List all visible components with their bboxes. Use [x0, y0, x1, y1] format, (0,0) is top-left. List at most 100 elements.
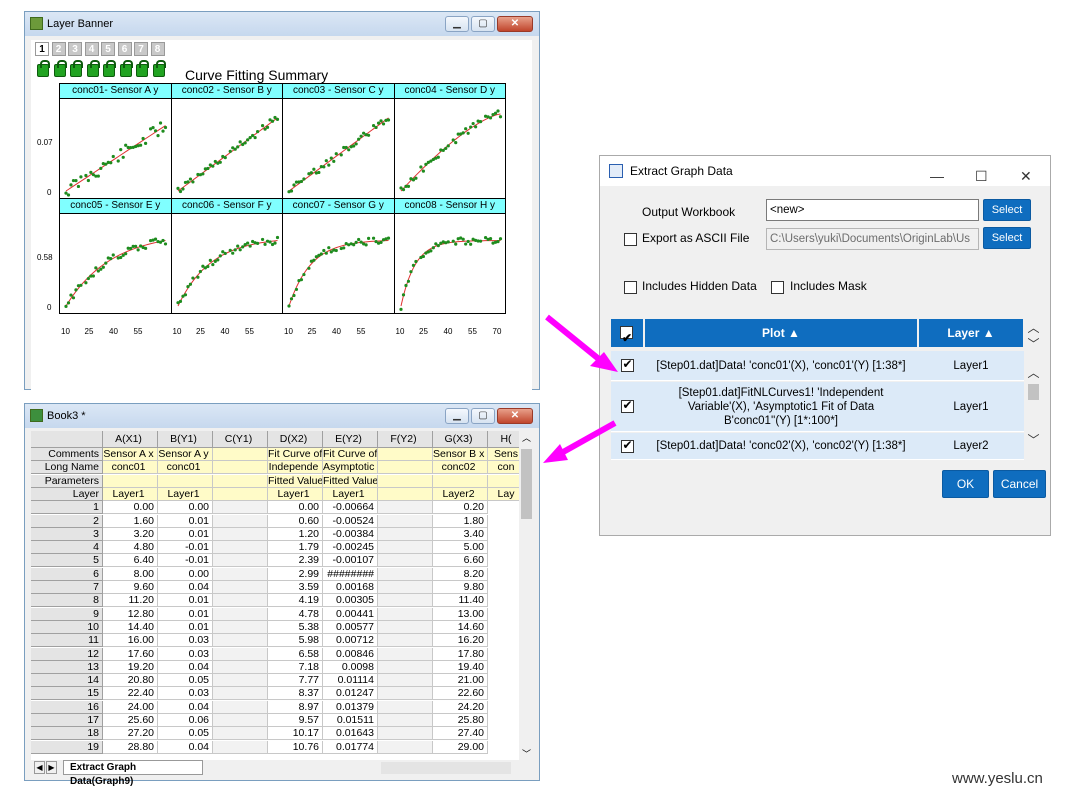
table-cell[interactable]: 27.20	[103, 727, 158, 741]
table-cell[interactable]: 0.00168	[323, 581, 378, 594]
horizontal-scrollbar[interactable]	[381, 762, 511, 774]
export-ascii-checkbox[interactable]	[624, 233, 637, 246]
table-cell[interactable]: 7.18	[268, 660, 323, 674]
row-number[interactable]: 8	[31, 594, 103, 608]
table-cell[interactable]	[378, 727, 433, 741]
scroll-down-icon[interactable]: ﹀	[519, 747, 534, 760]
meta-cell[interactable]: Fitted Values	[323, 474, 378, 488]
table-cell[interactable]	[378, 554, 433, 568]
row-number[interactable]: 6	[31, 567, 103, 581]
table-cell[interactable]: 11.20	[103, 594, 158, 608]
table-cell[interactable]: 0.00441	[323, 607, 378, 621]
plot-panel[interactable]: conc07 - Sensor G y	[282, 198, 395, 314]
table-cell[interactable]: -0.00245	[323, 541, 378, 555]
row-number[interactable]: 1	[31, 501, 103, 515]
table-cell[interactable]: 2.99	[268, 567, 323, 581]
plot-panel[interactable]: conc04 - Sensor D y	[393, 83, 506, 199]
table-cell[interactable]: 0.04	[158, 740, 213, 754]
plot-panel[interactable]: conc08 - Sensor H y	[393, 198, 506, 314]
meta-cell[interactable]	[213, 474, 268, 488]
scroll-down-icon[interactable]: ﹀	[1025, 431, 1042, 448]
lock-icon[interactable]	[53, 60, 67, 77]
table-cell[interactable]: 16.20	[433, 634, 488, 648]
column-header[interactable]: H(	[488, 431, 519, 448]
meta-cell[interactable]: Layer1	[323, 487, 378, 501]
column-header[interactable]: E(Y2)	[323, 431, 378, 448]
minimize-icon[interactable]: —	[930, 161, 944, 191]
close-button[interactable]: ✕	[497, 16, 533, 32]
table-cell[interactable]: 0.00	[158, 501, 213, 515]
table-cell[interactable]: 8.37	[268, 687, 323, 701]
meta-cell[interactable]	[213, 461, 268, 475]
table-cell[interactable]	[378, 620, 433, 634]
row-label[interactable]: Layer	[31, 487, 103, 501]
table-cell[interactable]: 14.60	[433, 620, 488, 634]
select-ascii-button[interactable]: Select	[983, 227, 1031, 249]
table-cell[interactable]	[213, 607, 268, 621]
table-cell[interactable]: 14.40	[103, 620, 158, 634]
row-number[interactable]: 9	[31, 607, 103, 621]
table-cell[interactable]: 29.00	[433, 740, 488, 754]
mask-checkbox[interactable]	[771, 281, 784, 294]
meta-cell[interactable]: Sens	[488, 448, 519, 461]
table-cell[interactable]: 8.97	[268, 700, 323, 714]
table-cell[interactable]	[213, 541, 268, 555]
table-cell[interactable]: 24.20	[433, 700, 488, 714]
close-button[interactable]: ✕	[497, 408, 533, 424]
table-cell[interactable]: 0.04	[158, 700, 213, 714]
table-cell[interactable]: 0.04	[158, 581, 213, 594]
minimize-button[interactable]: ▁	[445, 16, 469, 32]
maximize-button[interactable]: ▢	[471, 16, 495, 32]
meta-cell[interactable]: Fitted Values	[268, 474, 323, 488]
meta-cell[interactable]: Fit Curve of	[268, 448, 323, 461]
meta-cell[interactable]	[103, 474, 158, 488]
table-cell[interactable]: 1.20	[268, 527, 323, 541]
table-cell[interactable]: 0.01	[158, 514, 213, 528]
table-cell[interactable]: 6.40	[103, 554, 158, 568]
table-cell[interactable]: 0.00	[158, 567, 213, 581]
layer-tab-3[interactable]: 3	[68, 42, 82, 56]
table-cell[interactable]: 10.76	[268, 740, 323, 754]
table-cell[interactable]	[378, 674, 433, 688]
meta-cell[interactable]	[433, 474, 488, 488]
row-number[interactable]: 14	[31, 674, 103, 688]
layer-tab-6[interactable]: 6	[117, 42, 132, 56]
meta-cell[interactable]	[158, 474, 213, 488]
table-cell[interactable]: 0.03	[158, 687, 213, 701]
minimize-button[interactable]: ▁	[445, 408, 469, 424]
table-cell[interactable]	[213, 700, 268, 714]
scroll-down-icon[interactable]: ﹀	[1025, 335, 1042, 352]
meta-cell[interactable]	[488, 474, 519, 488]
table-cell[interactable]: 3.20	[103, 527, 158, 541]
ok-button[interactable]: OK	[942, 470, 989, 498]
table-cell[interactable]: 11.40	[433, 594, 488, 608]
table-cell[interactable]	[213, 687, 268, 701]
table-scrollbar[interactable]: ︿ ﹀ ︿ ﹀	[1025, 319, 1042, 460]
maximize-button[interactable]: ▢	[471, 408, 495, 424]
table-cell[interactable]: 28.80	[103, 740, 158, 754]
row-checkbox[interactable]	[620, 438, 634, 453]
table-cell[interactable]	[213, 634, 268, 648]
table-cell[interactable]	[378, 660, 433, 674]
column-header[interactable]: B(Y1)	[158, 431, 213, 448]
layer-tab-5[interactable]: 5	[101, 42, 115, 56]
column-header[interactable]: G(X3)	[433, 431, 488, 448]
table-cell[interactable]: 6.60	[433, 554, 488, 568]
table-cell[interactable]: 17.80	[433, 647, 488, 661]
row-number[interactable]: 5	[31, 554, 103, 568]
row-checkbox[interactable]	[620, 357, 634, 372]
table-cell[interactable]: 0.00577	[323, 620, 378, 634]
table-cell[interactable]: 0.01247	[323, 687, 378, 701]
row-label[interactable]: Long Name	[31, 461, 103, 475]
table-cell[interactable]: 0.00	[103, 501, 158, 515]
output-workbook-field[interactable]: <new>	[766, 199, 979, 221]
table-cell[interactable]: 13.00	[433, 607, 488, 621]
table-cell[interactable]: 0.01774	[323, 740, 378, 754]
table-cell[interactable]: 0.01643	[323, 727, 378, 741]
meta-cell[interactable]: Asymptotic	[323, 461, 378, 475]
table-cell[interactable]	[213, 567, 268, 581]
lock-icon[interactable]	[119, 60, 133, 77]
table-cell[interactable]: 0.03	[158, 647, 213, 661]
layer-tab-8[interactable]: 8	[150, 42, 165, 56]
table-cell[interactable]: 0.01	[158, 527, 213, 541]
